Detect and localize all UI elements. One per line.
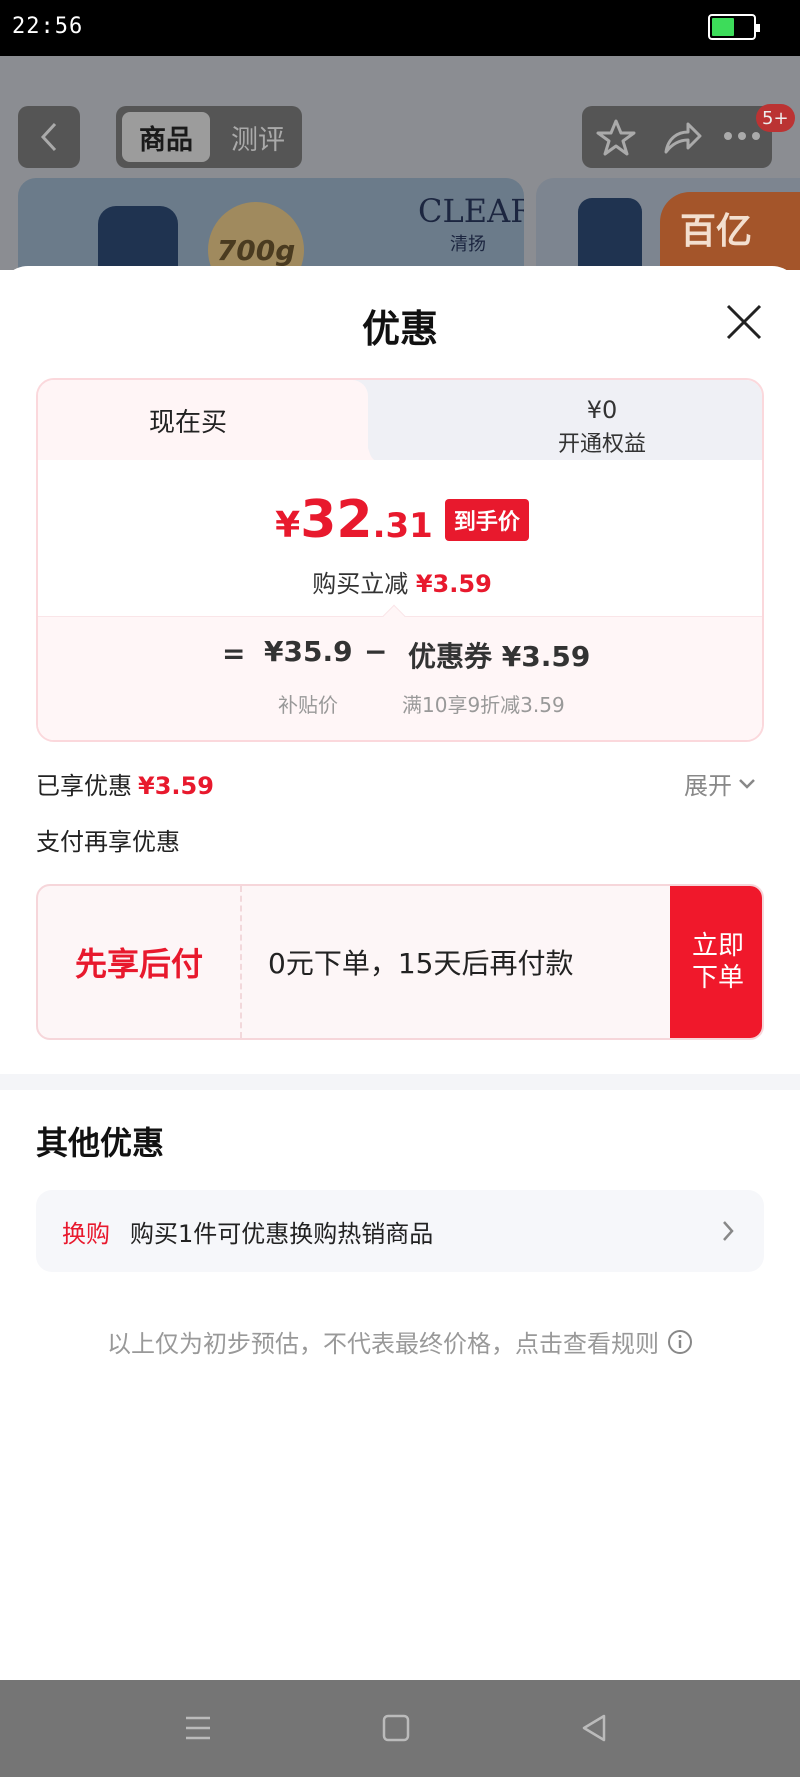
- expand-label: 展开: [684, 772, 732, 800]
- menu-icon[interactable]: [178, 1708, 218, 1748]
- product-image-2: 百亿: [536, 178, 800, 270]
- benefit-label: 开通权益: [557, 432, 646, 457]
- share-icon: [664, 122, 702, 154]
- tab-buy-now-label: 现在买: [148, 408, 227, 438]
- exchange-offer[interactable]: 换购 购买1件可优惠换购热销商品: [36, 1190, 764, 1272]
- price-integer: 32: [300, 490, 373, 550]
- system-nav-bar: [0, 1680, 800, 1777]
- subsidy-price-label: 补贴价: [278, 693, 338, 717]
- back-triangle-icon[interactable]: [574, 1708, 614, 1748]
- chevron-right-icon: [723, 1221, 734, 1241]
- product-tabs: 商品 测评: [116, 106, 302, 168]
- price-currency: ¥: [275, 505, 301, 546]
- enjoyed-amount: ¥3.59: [138, 772, 214, 800]
- tab-product: 商品: [122, 112, 210, 162]
- product-actions: [582, 106, 772, 168]
- order-now-button[interactable]: 立即下单: [670, 886, 762, 1038]
- home-icon[interactable]: [376, 1708, 416, 1748]
- product-page-background: 商品 测评 5+ 700g CLEAR 清扬 百亿: [0, 56, 800, 270]
- promo-tag: 百亿: [660, 192, 800, 270]
- price-card: 现在买 ¥0 开通权益 ¥ 32 .31 到手价 购买立减 ¥3.59 = ¥3…: [36, 378, 764, 742]
- order-now-label: 立即下单: [691, 931, 744, 993]
- product-image: 700g CLEAR 清扬: [18, 178, 524, 270]
- bottle-image: [578, 198, 642, 270]
- equals-sign: =: [222, 637, 246, 670]
- coupon-amount: 优惠券 ¥3.59: [408, 640, 591, 673]
- reduce-label: 购买立减: [312, 570, 409, 598]
- chevron-down-icon: [739, 778, 755, 789]
- reduce-amount: ¥3.59: [415, 570, 492, 598]
- back-icon: [40, 122, 57, 152]
- minus-sign: −: [364, 635, 388, 668]
- tab-buy-now[interactable]: 现在买: [38, 380, 368, 462]
- price-disclaimer[interactable]: 以上仅为初步预估，不代表最终价格，点击查看规则: [0, 1324, 800, 1359]
- enjoyed-label: 已享优惠: [36, 772, 132, 800]
- status-time: 22:56: [12, 14, 84, 39]
- price-panel: ¥ 32 .31 到手价 购买立减 ¥3.59 = ¥35.9 − 优惠券 ¥3…: [38, 460, 762, 740]
- weight-medal: 700g: [208, 202, 304, 270]
- close-icon[interactable]: [720, 298, 768, 346]
- final-price: ¥ 32 .31 到手价: [38, 490, 762, 550]
- bottle-image: [98, 206, 178, 270]
- price-breakdown: = ¥35.9 − 优惠券 ¥3.59 补贴价 满10享9折减3.59: [38, 604, 762, 740]
- status-bar: 22:56: [0, 0, 800, 56]
- sheet-title: 优惠: [361, 307, 438, 351]
- tab-review: 测评: [231, 124, 285, 156]
- coupon-rule: 满10享9折减3.59: [402, 693, 565, 717]
- buy-now-pay-later-card: 先享后付 0元下单，15天后再付款 立即下单: [36, 884, 764, 1040]
- star-icon: [596, 119, 636, 156]
- section-divider: [0, 1074, 800, 1090]
- brand-logo-sub: 清扬: [450, 234, 486, 255]
- disclaimer-text: 以上仅为初步预估，不代表最终价格，点击查看规则: [107, 1330, 659, 1358]
- expand-button[interactable]: 展开: [684, 766, 756, 801]
- other-discounts-title: 其他优惠: [36, 1124, 165, 1162]
- benefit-price: ¥0: [586, 396, 618, 424]
- subsidy-price: ¥35.9: [264, 635, 353, 668]
- battery-icon: [708, 14, 760, 40]
- bnpl-title: 先享后付: [38, 886, 242, 1038]
- back-button: [18, 106, 80, 168]
- final-price-badge: 到手价: [444, 499, 529, 541]
- price-decimal: .31: [372, 506, 433, 546]
- instant-reduction: 购买立减 ¥3.59: [38, 564, 762, 599]
- more-icon: [724, 132, 760, 140]
- tab-divider: [330, 380, 382, 462]
- exchange-tag: 换购: [62, 1220, 110, 1248]
- brand-logo: CLEAR: [418, 192, 524, 230]
- breakdown-notch: [382, 604, 406, 628]
- notification-badge: 5+: [756, 104, 795, 132]
- enjoyed-discount: 已享优惠 ¥3.59: [36, 766, 214, 801]
- pay-more-label: 支付再享优惠: [36, 828, 180, 856]
- exchange-text: 购买1件可优惠换购热销商品: [130, 1220, 434, 1248]
- info-icon[interactable]: [667, 1329, 693, 1355]
- bnpl-description: 0元下单，15天后再付款: [268, 947, 574, 980]
- discount-sheet: 优惠 现在买 ¥0 开通权益 ¥ 32 .31 到手价 购买立减 ¥3.59 =…: [0, 266, 800, 1680]
